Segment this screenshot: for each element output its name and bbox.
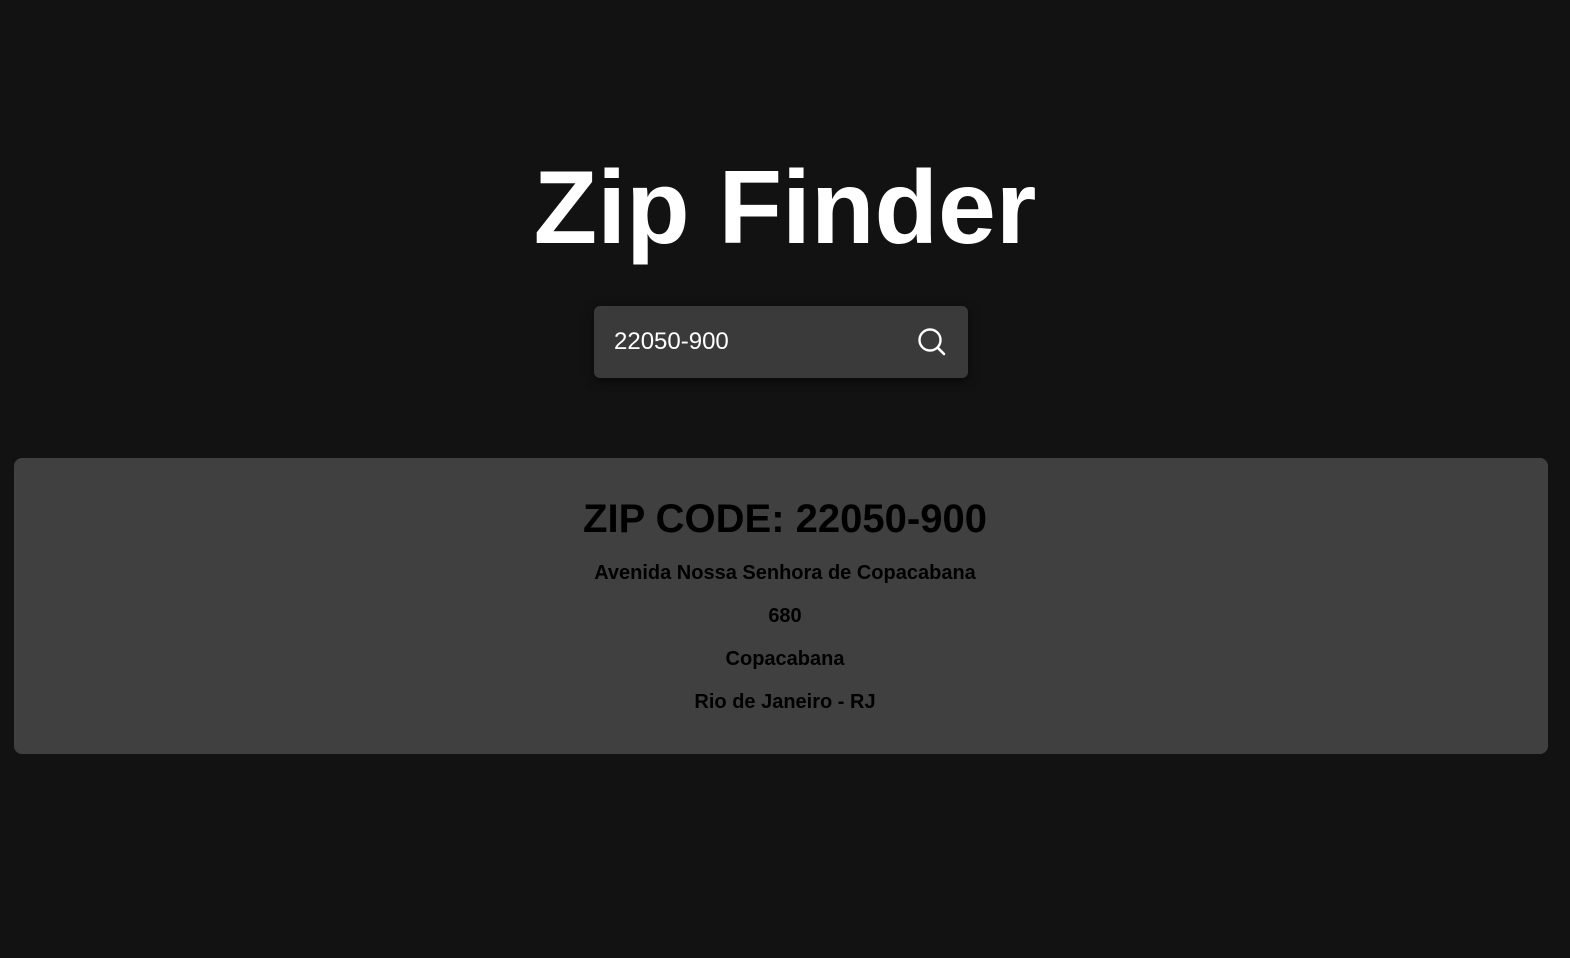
number-text: 680 <box>768 605 802 627</box>
search-icon <box>918 328 946 356</box>
street-text: Avenida Nossa Senhora de Copacabana <box>594 562 976 584</box>
zip-code-heading: ZIP CODE: 22050-900 <box>583 497 987 541</box>
city-state-text: Rio de Janeiro - RJ <box>694 691 876 713</box>
search-box <box>594 306 968 378</box>
page-title: Zip Finder <box>533 150 1037 266</box>
search-input[interactable] <box>614 324 894 360</box>
neighborhood-text: Copacabana <box>725 648 845 670</box>
search-button[interactable] <box>912 322 952 362</box>
page: Zip Finder ZIP CODE: 22050-900 Avenida N… <box>0 0 1570 958</box>
